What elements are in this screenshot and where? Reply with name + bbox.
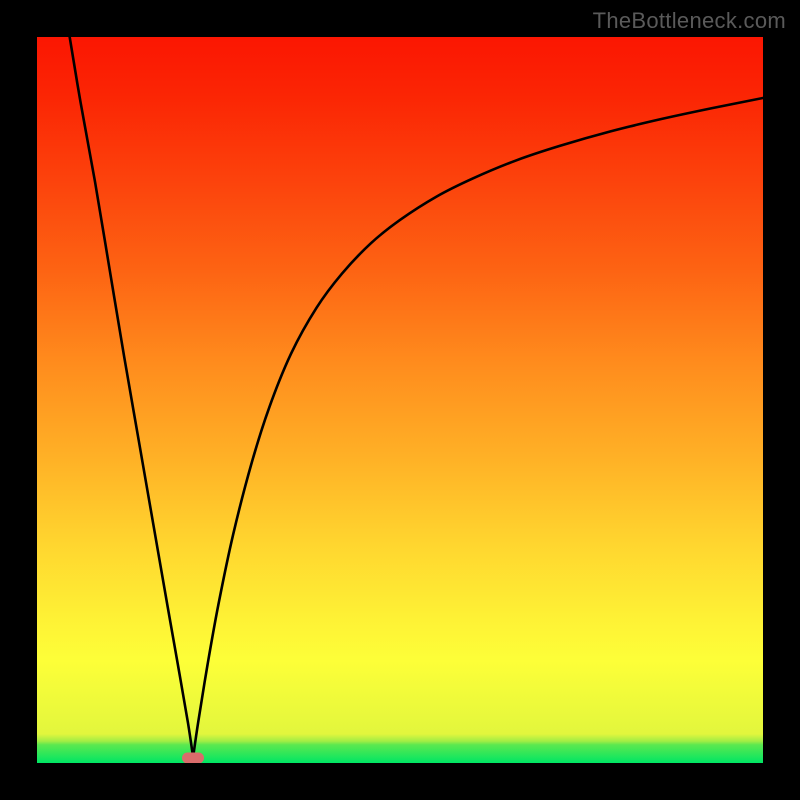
- plot-area: [37, 37, 763, 763]
- bottleneck-chart: TheBottleneck.com: [0, 0, 800, 800]
- watermark-text: TheBottleneck.com: [593, 8, 786, 34]
- curve-right-branch: [193, 98, 763, 757]
- curve-layer: [37, 37, 763, 763]
- curve-left-branch: [70, 37, 193, 757]
- minimum-marker: [182, 752, 204, 763]
